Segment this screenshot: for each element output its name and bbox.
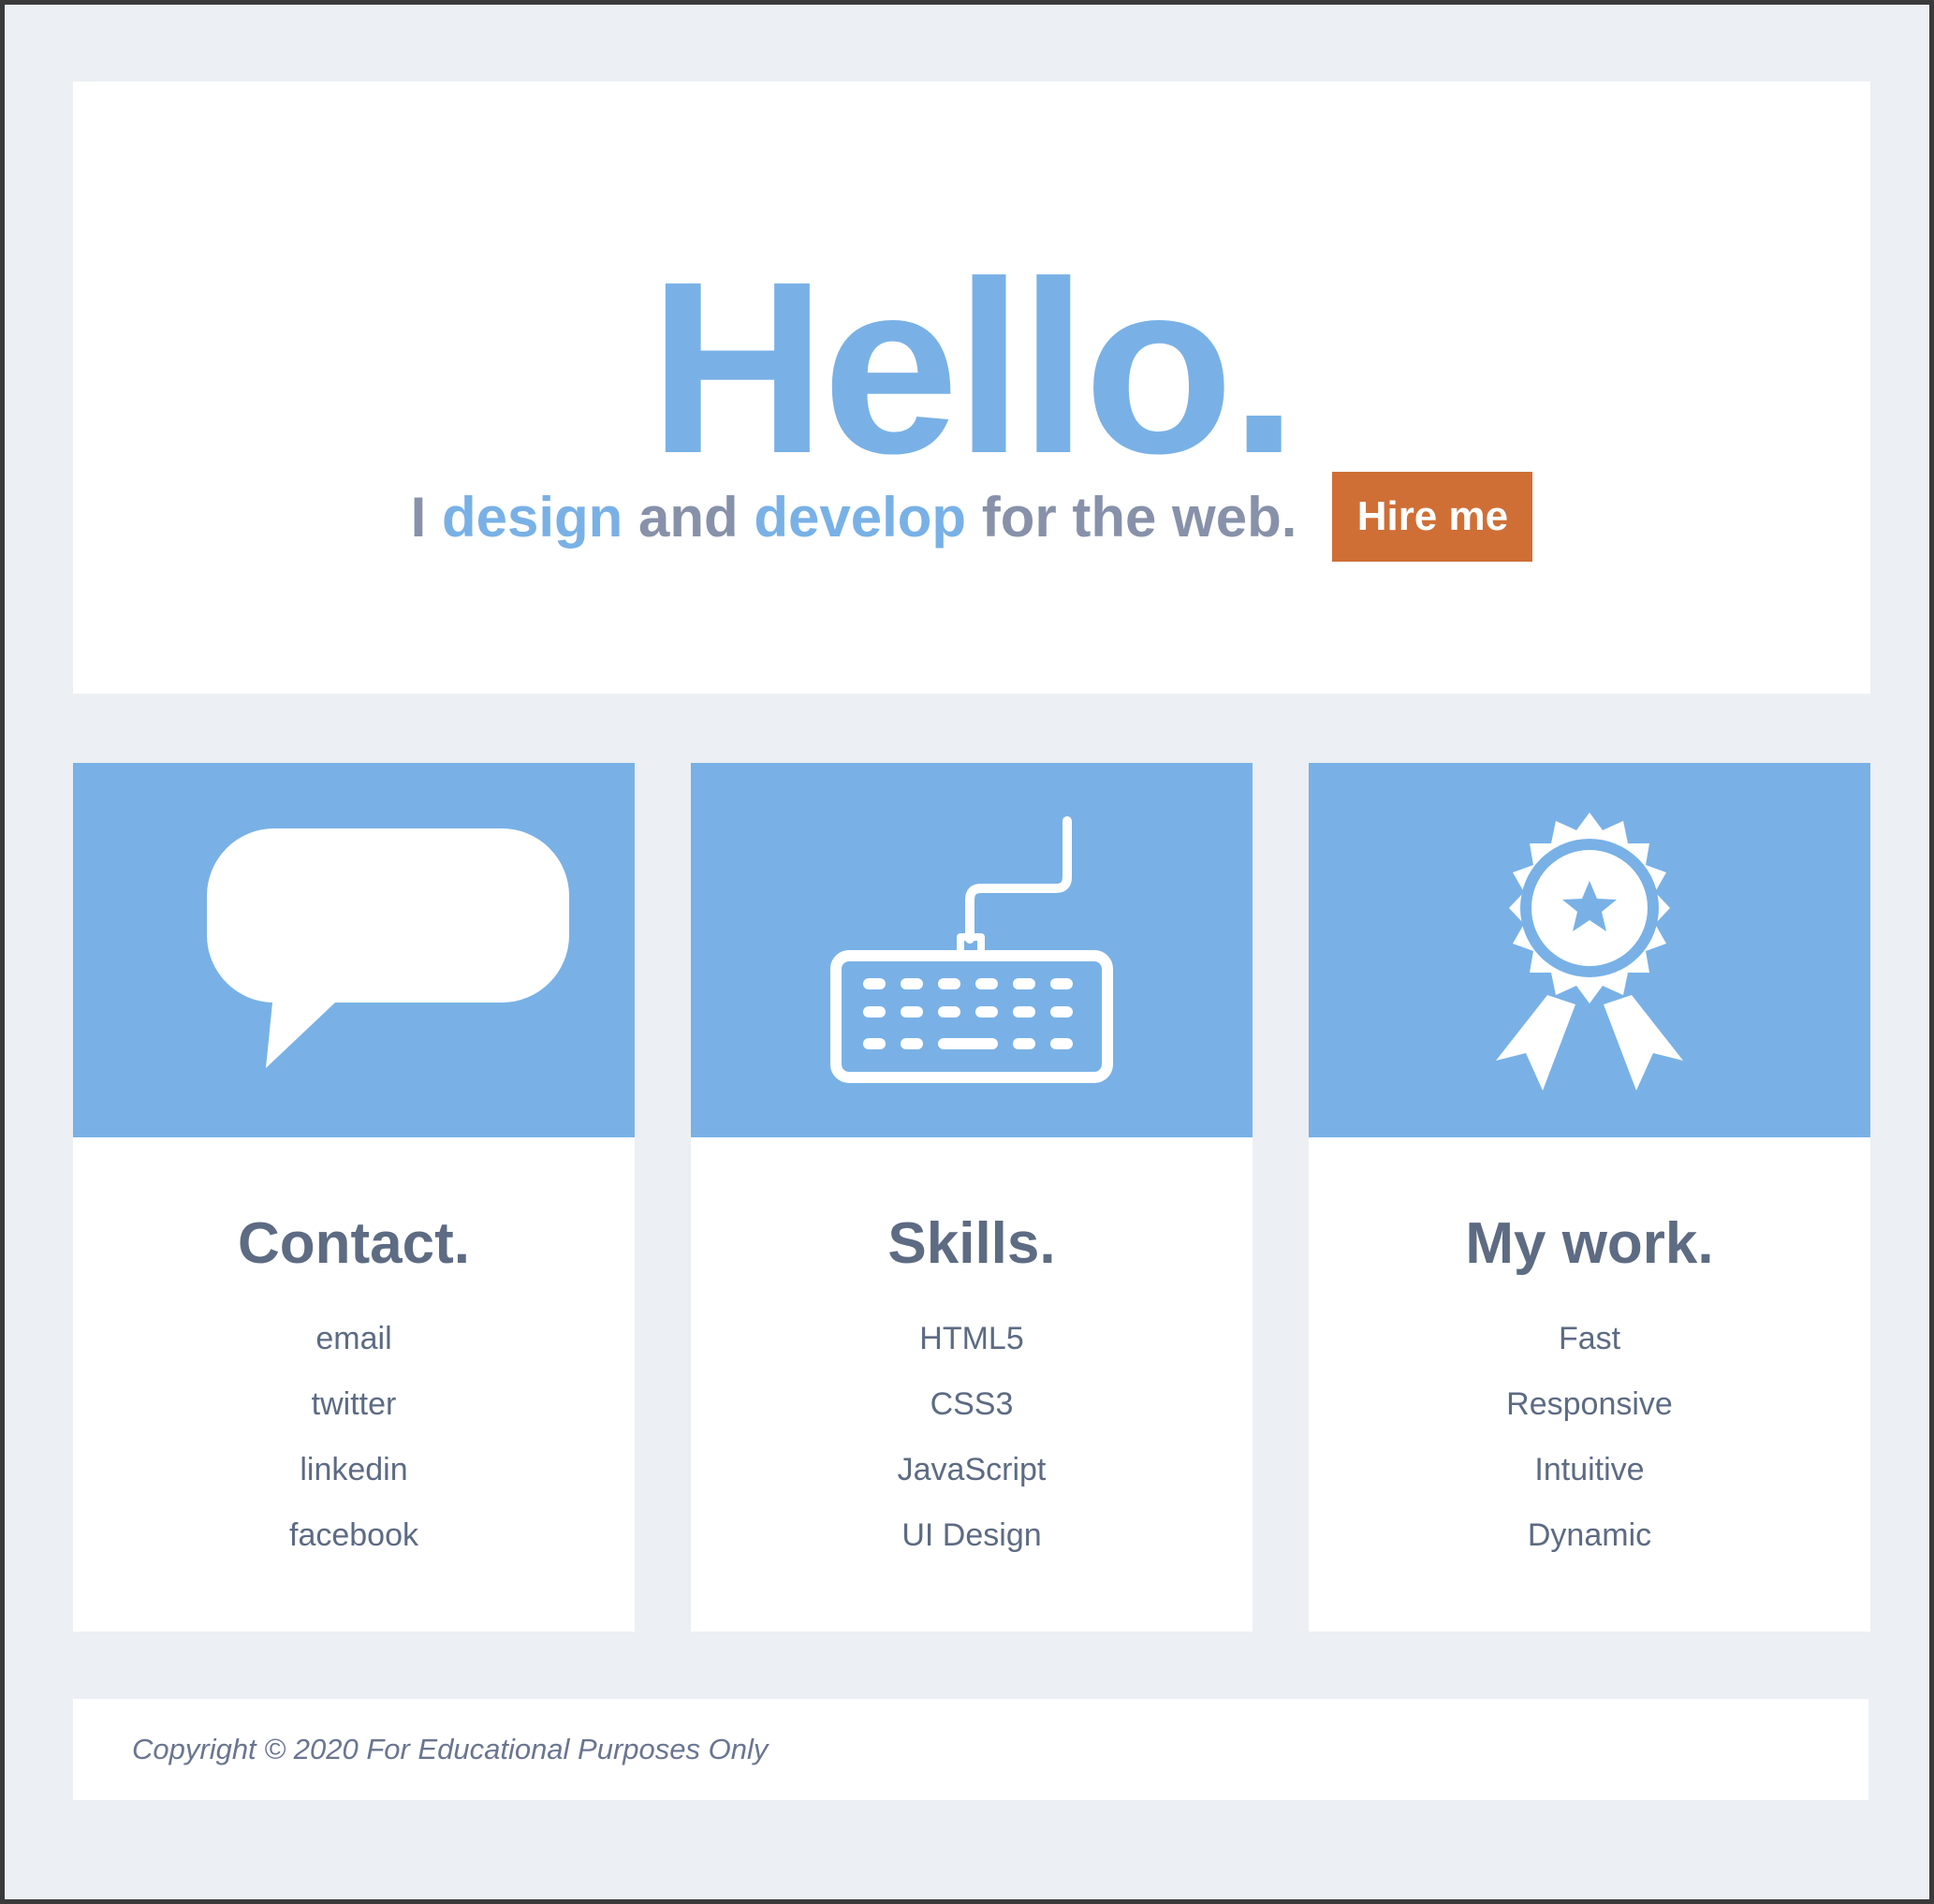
hero-title: Hello. (649, 230, 1297, 505)
contact-link-linkedin[interactable]: linkedin (73, 1437, 635, 1502)
contact-card-title: Contact. (238, 1211, 470, 1276)
my-work-card: My work. Fast Responsive Intuitive Dynam… (1309, 763, 1870, 1632)
page-frame: Hello. I design and develop for the web.… (0, 0, 1934, 1904)
contact-link-twitter[interactable]: twitter (73, 1371, 635, 1437)
skill-item: HTML5 (919, 1321, 1024, 1356)
tagline-row: I design and develop for the web. Hire m… (73, 470, 1870, 564)
skill-item: UI Design (901, 1517, 1042, 1553)
work-quality-item: Responsive (1506, 1386, 1673, 1422)
tagline-text-1: I (410, 485, 442, 549)
copyright-text: Copyright © 2020 For Educational Purpose… (132, 1733, 769, 1765)
work-quality-item: Dynamic (1527, 1517, 1652, 1553)
tagline: I design and develop for the web. (411, 485, 1297, 549)
skills-list: HTML5 CSS3 JavaScript UI Design (691, 1306, 1253, 1568)
tagline-accent-design: design (441, 485, 623, 549)
my-work-card-banner (1309, 763, 1870, 1137)
contact-link-email[interactable]: email (73, 1306, 635, 1371)
skills-card: Skills. HTML5 CSS3 JavaScript UI Design (691, 763, 1253, 1632)
speech-bubble-icon (207, 828, 569, 1068)
tagline-accent-develop: develop (754, 485, 967, 549)
skill-item: CSS3 (930, 1386, 1014, 1422)
tagline-text-3: for the web. (966, 485, 1297, 549)
work-quality-item: Fast (1558, 1321, 1621, 1356)
contact-list: email twitter linkedin facebook (73, 1306, 635, 1568)
contact-link-facebook[interactable]: facebook (73, 1502, 635, 1568)
work-quality-item: Intuitive (1534, 1452, 1645, 1487)
skills-card-title: Skills. (887, 1211, 1056, 1276)
keyboard-icon (830, 816, 1113, 1083)
footer: Copyright © 2020 For Educational Purpose… (73, 1699, 1868, 1800)
contact-card: Contact. email twitter linkedin facebook (73, 763, 635, 1632)
work-qualities-list: Fast Responsive Intuitive Dynamic (1309, 1306, 1870, 1568)
hero-section: Hello. I design and develop for the web.… (73, 81, 1870, 694)
hire-me-button[interactable]: Hire me (1332, 472, 1533, 562)
my-work-card-title: My work. (1465, 1211, 1714, 1276)
award-ribbon-icon (1496, 813, 1683, 1091)
contact-card-banner (73, 763, 635, 1137)
tagline-text-2: and (623, 485, 755, 549)
skill-item: JavaScript (897, 1452, 1047, 1487)
skills-card-banner (691, 763, 1253, 1137)
